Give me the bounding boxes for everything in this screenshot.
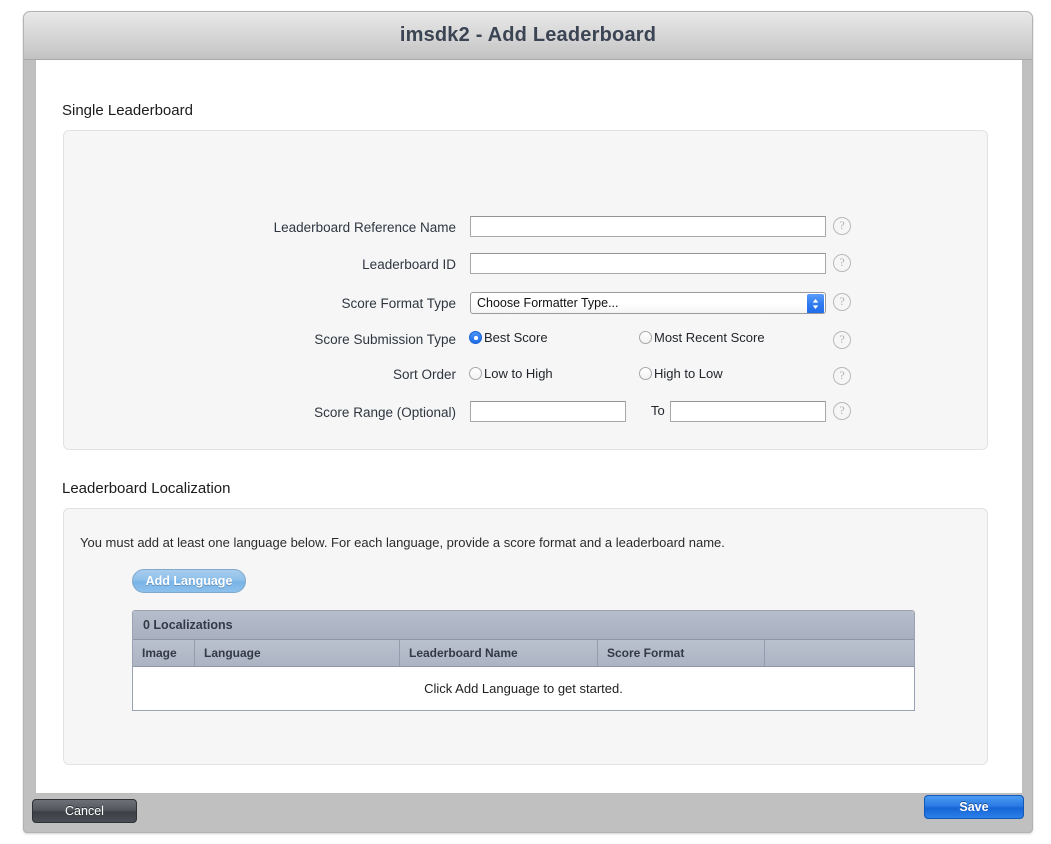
column-header-language: Language — [195, 640, 400, 666]
window-title: imsdk2 - Add Leaderboard — [399, 24, 657, 46]
title-bar: imsdk2 - Add Leaderboard — [24, 12, 1032, 60]
cancel-button[interactable]: Cancel — [32, 799, 137, 823]
radio-high-to-low-label: High to Low — [654, 366, 723, 381]
row-score-format-type: Score Format Type — [216, 291, 456, 317]
reference-name-input[interactable] — [470, 216, 826, 237]
radio-high-to-low-indicator[interactable] — [639, 367, 652, 380]
localizations-empty-message: Click Add Language to get started. — [133, 667, 914, 710]
radio-most-recent-score-indicator[interactable] — [639, 331, 652, 344]
add-language-button[interactable]: Add Language — [132, 569, 246, 593]
submission-type-label: Score Submission Type — [314, 332, 456, 347]
single-leaderboard-heading: Single Leaderboard — [62, 102, 193, 119]
dialog-footer: Cancel Save — [24, 792, 1032, 832]
dialog-window: imsdk2 - Add Leaderboard Single Leaderbo… — [23, 11, 1033, 833]
save-button[interactable]: Save — [924, 795, 1024, 819]
content-sheet: Single Leaderboard Leaderboard Reference… — [35, 60, 1023, 794]
row-leaderboard-id: Leaderboard ID — [216, 252, 456, 278]
score-range-label: Score Range (Optional) — [314, 405, 456, 420]
score-range-to-label: To — [651, 403, 665, 418]
question-mark-icon-reference-name[interactable]: ? — [833, 217, 851, 235]
radio-low-to-high-indicator[interactable] — [469, 367, 482, 380]
question-mark-icon-score-format-type[interactable]: ? — [833, 293, 851, 311]
score-range-from-input[interactable] — [470, 401, 626, 422]
app-screen: imsdk2 - Add Leaderboard Single Leaderbo… — [0, 0, 1051, 844]
localizations-count: 0 Localizations — [133, 611, 914, 640]
radio-low-to-high[interactable]: Low to High — [469, 366, 553, 381]
sort-order-label: Sort Order — [392, 367, 456, 382]
score-format-type-select[interactable]: Choose Formatter Type... — [470, 292, 826, 314]
column-header-score-format: Score Format — [598, 640, 765, 666]
radio-high-to-low[interactable]: High to Low — [639, 366, 723, 381]
radio-best-score-indicator[interactable] — [469, 331, 482, 344]
question-mark-icon-submission-type[interactable]: ? — [833, 331, 851, 349]
localization-instructions: You must add at least one language below… — [80, 535, 725, 550]
row-sort-order: Sort Order — [216, 362, 456, 388]
question-mark-icon-score-range[interactable]: ? — [833, 402, 851, 420]
row-score-range: Score Range (Optional) — [216, 400, 456, 426]
question-mark-icon-leaderboard-id[interactable]: ? — [833, 254, 851, 272]
score-format-type-value: Choose Formatter Type... — [477, 296, 619, 310]
row-reference-name: Leaderboard Reference Name — [216, 215, 456, 241]
chevron-up-down-icon[interactable] — [807, 294, 824, 313]
radio-best-score-label: Best Score — [484, 330, 548, 345]
localizations-table: 0 Localizations Image Language Leaderboa… — [132, 610, 915, 711]
leaderboard-localization-heading: Leaderboard Localization — [62, 480, 231, 497]
score-range-to-input[interactable] — [670, 401, 826, 422]
radio-most-recent-score-label: Most Recent Score — [654, 330, 765, 345]
column-header-actions — [765, 640, 914, 666]
score-format-type-label: Score Format Type — [341, 296, 456, 311]
radio-most-recent-score[interactable]: Most Recent Score — [639, 330, 765, 345]
column-header-leaderboard-name: Leaderboard Name — [400, 640, 598, 666]
radio-best-score[interactable]: Best Score — [469, 330, 548, 345]
leaderboard-id-input[interactable] — [470, 253, 826, 274]
question-mark-icon-sort-order[interactable]: ? — [833, 367, 851, 385]
leaderboard-id-label: Leaderboard ID — [362, 257, 456, 272]
reference-name-label: Leaderboard Reference Name — [273, 220, 456, 235]
column-header-image: Image — [133, 640, 195, 666]
row-submission-type: Score Submission Type — [216, 327, 456, 353]
localizations-table-header: Image Language Leaderboard Name Score Fo… — [133, 640, 914, 667]
radio-low-to-high-label: Low to High — [484, 366, 553, 381]
